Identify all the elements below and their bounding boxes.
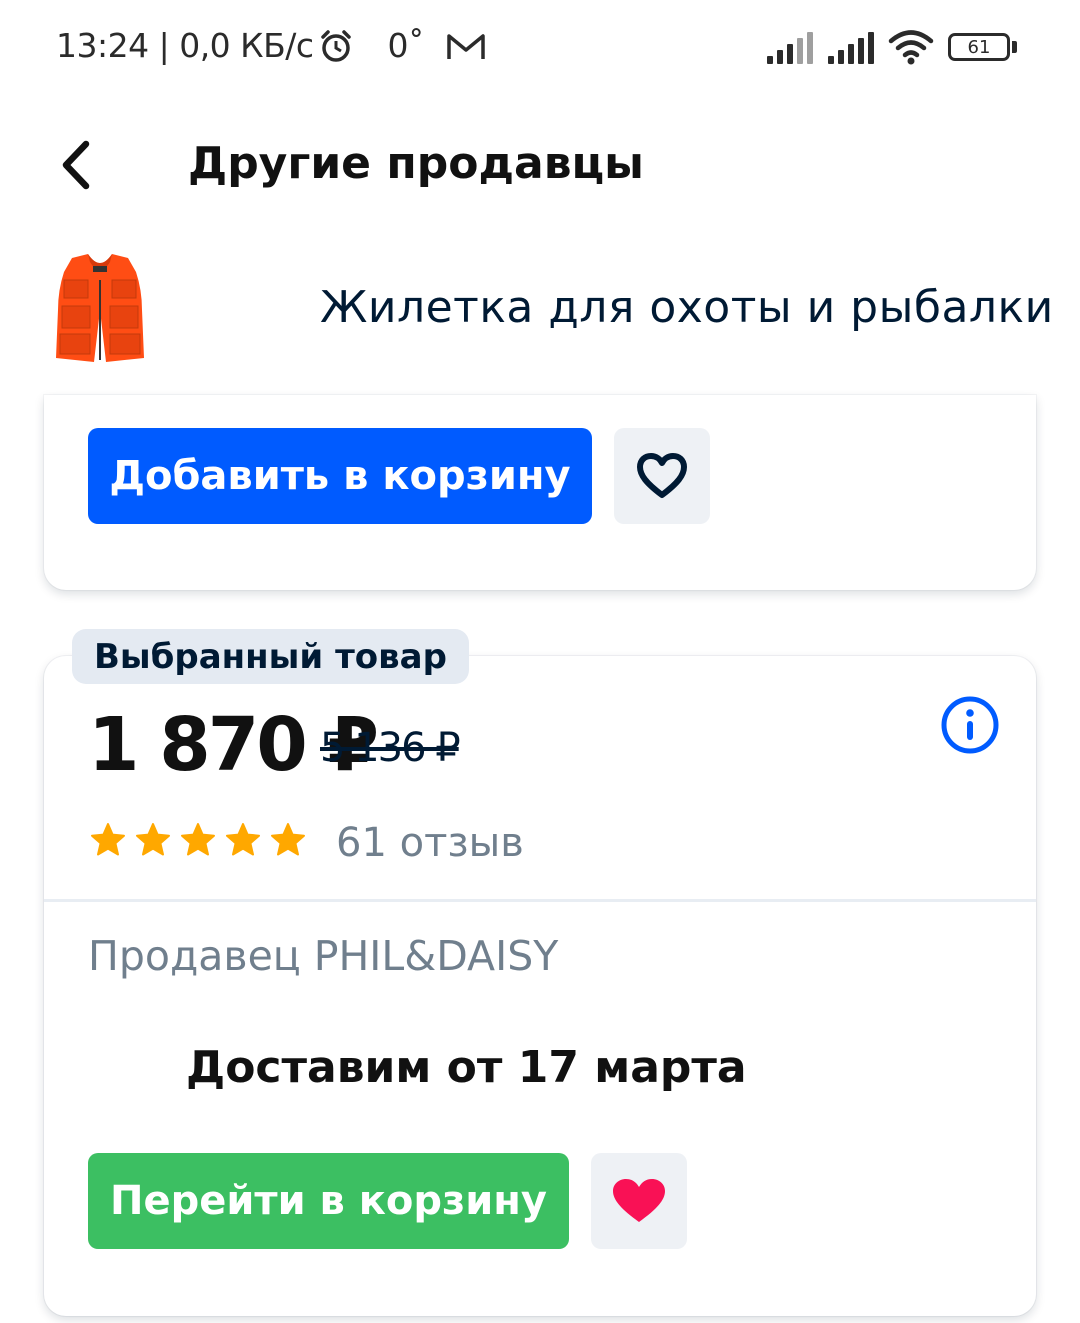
star-icon (181, 823, 215, 856)
star-icon (91, 823, 125, 856)
status-bar-left: 13:24 | 0,0 КБ/с 0˚ (56, 26, 486, 65)
chevron-left-icon (62, 140, 90, 190)
selected-badge: Выбранный товар (72, 629, 469, 684)
favorite-button[interactable] (614, 428, 710, 524)
signal-icon (767, 30, 813, 64)
battery-level: 61 (967, 36, 991, 58)
go-to-cart-button[interactable]: Перейти в корзину (88, 1153, 569, 1249)
product-thumbnail[interactable] (50, 250, 150, 365)
old-price: 5 136 ₽ (320, 725, 461, 771)
status-temperature: 0˚ (387, 26, 425, 65)
star-icon (226, 823, 260, 856)
star-icon (136, 823, 170, 856)
mail-icon (446, 31, 486, 61)
back-button[interactable] (56, 138, 100, 192)
rating-stars (90, 822, 306, 858)
favorite-button-selected[interactable] (591, 1153, 687, 1249)
heart-outline-icon (637, 453, 687, 498)
info-icon (941, 696, 999, 754)
delivery-info: Доставим от 17 марта (186, 1042, 747, 1093)
heart-filled-icon (613, 1179, 665, 1222)
wifi-icon (888, 28, 934, 66)
alarm-icon (318, 28, 354, 64)
seller-name[interactable]: Продавец PHIL&DAISY (88, 932, 558, 980)
battery-icon: 61 (948, 33, 1010, 61)
orange-vest-image (56, 254, 144, 362)
add-to-cart-button[interactable]: Добавить в корзину (88, 428, 592, 524)
product-name: Жилетка для охоты и рыбалки (320, 282, 1054, 333)
divider (44, 899, 1036, 902)
signal-icon (828, 30, 874, 64)
page-title: Другие продавцы (188, 138, 644, 189)
status-time-speed: 13:24 | 0,0 КБ/с (56, 26, 314, 65)
reviews-link[interactable]: 61 отзыв (336, 820, 524, 866)
battery-tip (1012, 41, 1017, 53)
info-button[interactable] (940, 695, 1000, 755)
star-icon (271, 823, 305, 856)
